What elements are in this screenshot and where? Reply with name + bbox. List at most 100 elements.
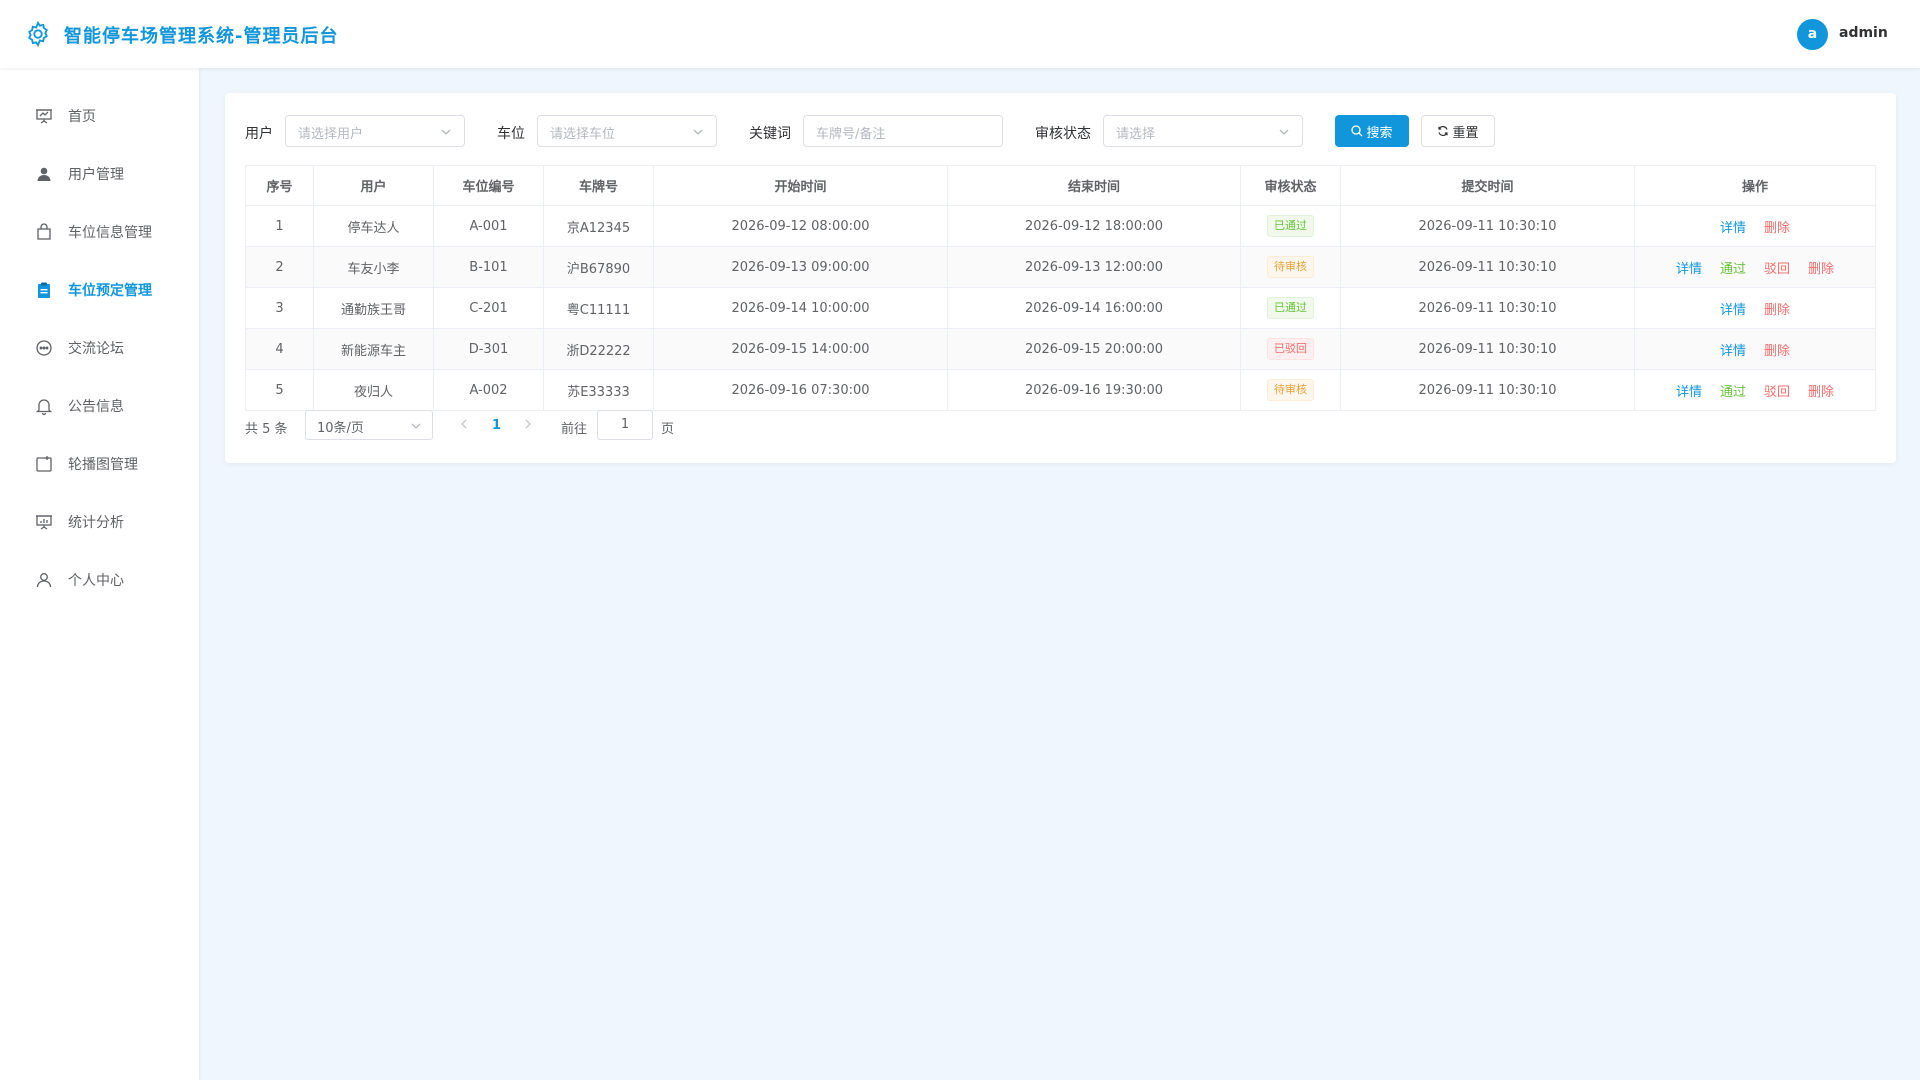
clipboard-icon: [38, 282, 50, 298]
sidebar-item-label: 车位预定管理: [68, 283, 152, 299]
keyword-input-placeholder: 车牌号/备注: [816, 127, 886, 142]
cell-index: 1: [245, 205, 314, 247]
cell-plate: 沪B67890: [543, 246, 654, 288]
filter-keyword-label: 关键词: [749, 126, 791, 142]
detail-button[interactable]: 详情: [1676, 381, 1702, 400]
cell-start: 2026-09-14 10:00:00: [653, 287, 948, 329]
sidebar: 首页 用户管理 车位信息管理 车位预定管理 交流论坛 公告信息 轮播图管理 统计…: [0, 68, 199, 1080]
cell-status: 已通过: [1240, 287, 1341, 329]
avatar[interactable]: a: [1797, 19, 1828, 50]
column-header: 开始时间: [653, 165, 948, 206]
delete-button[interactable]: 删除: [1808, 258, 1834, 277]
filter-status-label: 审核状态: [1035, 126, 1091, 142]
cell-index: 3: [245, 287, 314, 329]
detail-button[interactable]: 详情: [1676, 258, 1702, 277]
table-row: 3 通勤族王哥 C-201 粤C11111 2026-09-14 10:00:00 202…: [245, 287, 1876, 329]
filter-slot-label: 车位: [497, 126, 525, 142]
app-title: 智能停车场管理系统-管理员后台: [64, 26, 339, 47]
cell-plate: 苏E33333: [543, 369, 654, 411]
refresh-icon: [1438, 125, 1449, 137]
detail-button[interactable]: 详情: [1720, 299, 1746, 318]
cell-slot: D-301: [433, 328, 544, 370]
reject-button[interactable]: 驳回: [1764, 258, 1790, 277]
reset-button-label: 重置: [1452, 125, 1479, 141]
sidebar-item-label: 公告信息: [68, 399, 124, 415]
detail-button[interactable]: 详情: [1720, 217, 1746, 236]
cell-status: 待审核: [1240, 369, 1341, 411]
chevron-right-icon[interactable]: [521, 415, 535, 433]
cell-actions: 详情 通过 驳回 删除: [1634, 369, 1876, 411]
cell-status: 已驳回: [1240, 328, 1341, 370]
chevron-left-icon[interactable]: [457, 415, 471, 433]
sidebar-item-statistics[interactable]: 统计分析: [0, 497, 199, 547]
delete-button[interactable]: 删除: [1764, 217, 1790, 236]
sidebar-item-home[interactable]: 首页: [0, 91, 199, 141]
bell-icon: [35, 399, 53, 415]
sidebar-item-slot-info[interactable]: 车位信息管理: [0, 207, 199, 257]
sidebar-item-label: 轮播图管理: [68, 457, 138, 473]
sidebar-item-label: 交流论坛: [68, 341, 124, 357]
chevron-down-icon: [441, 129, 451, 135]
column-header: 审核状态: [1240, 165, 1341, 206]
filter-user-label: 用户: [245, 126, 273, 142]
sidebar-item-carousel[interactable]: 轮播图管理: [0, 439, 199, 489]
sidebar-item-label: 个人中心: [68, 573, 124, 589]
status-select[interactable]: 请选择: [1103, 115, 1303, 147]
delete-button[interactable]: 删除: [1808, 381, 1834, 400]
chevron-down-icon: [1279, 129, 1289, 135]
user-select[interactable]: 请选择用户: [285, 115, 465, 147]
detail-button[interactable]: 详情: [1720, 340, 1746, 359]
sidebar-item-notice[interactable]: 公告信息: [0, 381, 199, 431]
cell-user: 停车达人: [313, 205, 434, 247]
sidebar-item-forum[interactable]: 交流论坛: [0, 323, 199, 373]
sidebar-item-label: 车位信息管理: [68, 225, 152, 241]
image-icon: [36, 456, 52, 472]
sidebar-item-profile[interactable]: 个人中心: [0, 555, 199, 605]
table-row: 4 新能源车主 D-301 浙D22222 2026-09-15 14:00:00 202…: [245, 328, 1876, 370]
cell-end: 2026-09-14 16:00:00: [947, 287, 1241, 329]
status-badge: 待审核: [1267, 379, 1314, 401]
delete-button[interactable]: 删除: [1764, 299, 1790, 318]
cell-user: 新能源车主: [313, 328, 434, 370]
sidebar-item-slot-booking[interactable]: 车位预定管理: [0, 265, 199, 315]
chat-icon: [36, 340, 52, 356]
page-size-select[interactable]: 10条/页: [305, 410, 433, 440]
cell-submitted: 2026-09-11 10:30:10: [1340, 287, 1635, 329]
reset-button[interactable]: 重置: [1421, 115, 1495, 147]
page-suffix: 页: [661, 422, 675, 437]
page-number-current[interactable]: 1: [492, 418, 501, 433]
delete-button[interactable]: 删除: [1764, 340, 1790, 359]
username[interactable]: admin: [1839, 25, 1888, 41]
cell-status: 待审核: [1240, 246, 1341, 288]
cell-end: 2026-09-15 20:00:00: [947, 328, 1241, 370]
chart-board-icon: [36, 515, 52, 530]
column-header: 操作: [1634, 165, 1876, 206]
cell-index: 2: [245, 246, 314, 288]
slot-select[interactable]: 请选择车位: [537, 115, 717, 147]
table-row: 5 夜归人 A-002 苏E33333 2026-09-16 07:30:00 2026-…: [245, 369, 1876, 411]
search-icon: [1351, 125, 1363, 137]
goto-page-input[interactable]: 1: [597, 410, 653, 440]
cell-start: 2026-09-12 08:00:00: [653, 205, 948, 247]
column-header: 用户: [313, 165, 434, 206]
cell-submitted: 2026-09-11 10:30:10: [1340, 246, 1635, 288]
search-button[interactable]: 搜索: [1335, 115, 1409, 147]
cell-slot: B-101: [433, 246, 544, 288]
cell-submitted: 2026-09-11 10:30:10: [1340, 369, 1635, 411]
status-badge: 已通过: [1267, 297, 1314, 319]
keyword-input[interactable]: 车牌号/备注: [803, 115, 1003, 147]
status-badge: 已通过: [1267, 215, 1314, 237]
cell-slot: A-001: [433, 205, 544, 247]
approve-button[interactable]: 通过: [1720, 381, 1746, 400]
cell-actions: 详情 删除: [1634, 205, 1876, 247]
sidebar-item-users[interactable]: 用户管理: [0, 149, 199, 199]
cell-submitted: 2026-09-11 10:30:10: [1340, 205, 1635, 247]
cell-index: 5: [245, 369, 314, 411]
page-size-value: 10条/页: [317, 421, 364, 436]
table-row: 2 车友小李 B-101 沪B67890 2026-09-13 09:00:00 2026…: [245, 246, 1876, 288]
cell-status: 已通过: [1240, 205, 1341, 247]
column-header: 序号: [245, 165, 314, 206]
booking-panel: 用户 请选择用户 车位 请选择车位 关键词 车牌号/备注 审核状态 请选择 搜索…: [225, 93, 1896, 463]
approve-button[interactable]: 通过: [1720, 258, 1746, 277]
reject-button[interactable]: 驳回: [1764, 381, 1790, 400]
